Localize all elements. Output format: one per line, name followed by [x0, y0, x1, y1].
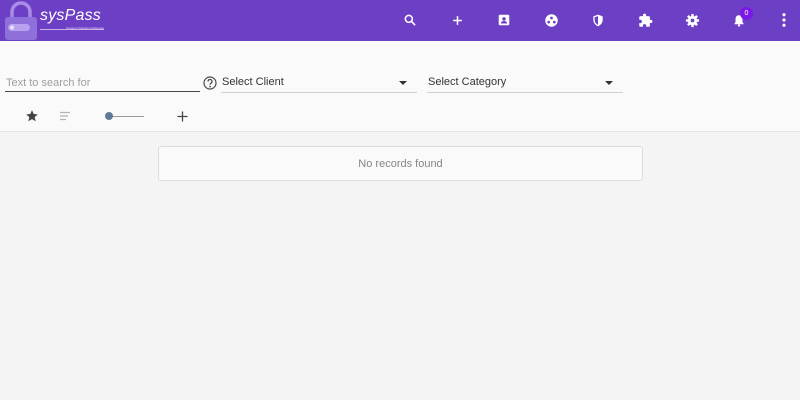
sort-button[interactable]	[57, 107, 73, 125]
settings-icon[interactable]	[680, 8, 704, 32]
category-select-label: Select Category	[428, 76, 507, 88]
sort-icon	[60, 111, 70, 121]
chevron-down-icon	[399, 81, 407, 85]
app-name: sysPass	[40, 7, 101, 24]
more-vert-icon[interactable]	[772, 8, 796, 32]
notification-badge: 0	[740, 7, 753, 20]
category-select[interactable]: Select Category	[427, 73, 623, 93]
add-icon	[176, 110, 188, 122]
app-tagline: Systems Password Manager	[66, 26, 105, 30]
help-icon[interactable]	[203, 76, 217, 90]
chevron-down-icon	[605, 81, 613, 85]
client-select-label: Select Client	[222, 76, 284, 88]
empty-results-message: No records found	[158, 146, 643, 181]
search-icon[interactable]	[398, 8, 422, 32]
syspass-logo[interactable]: sysPass Systems Password Manager	[4, 1, 124, 41]
lock-logo-icon	[5, 1, 37, 40]
add-account-button[interactable]	[174, 107, 190, 125]
search-input[interactable]	[5, 74, 200, 92]
star-icon	[26, 110, 38, 122]
app-header: sysPass Systems Password Manager 0	[0, 0, 800, 41]
client-select[interactable]: Select Client	[221, 73, 417, 93]
security-icon[interactable]	[586, 8, 610, 32]
contacts-icon[interactable]	[492, 8, 516, 32]
favorites-button[interactable]	[24, 107, 40, 125]
groups-icon[interactable]	[539, 8, 563, 32]
view-slider-thumb[interactable]	[105, 112, 113, 120]
add-icon[interactable]	[445, 8, 469, 32]
extension-icon[interactable]	[633, 8, 657, 32]
view-slider-track	[108, 116, 144, 117]
